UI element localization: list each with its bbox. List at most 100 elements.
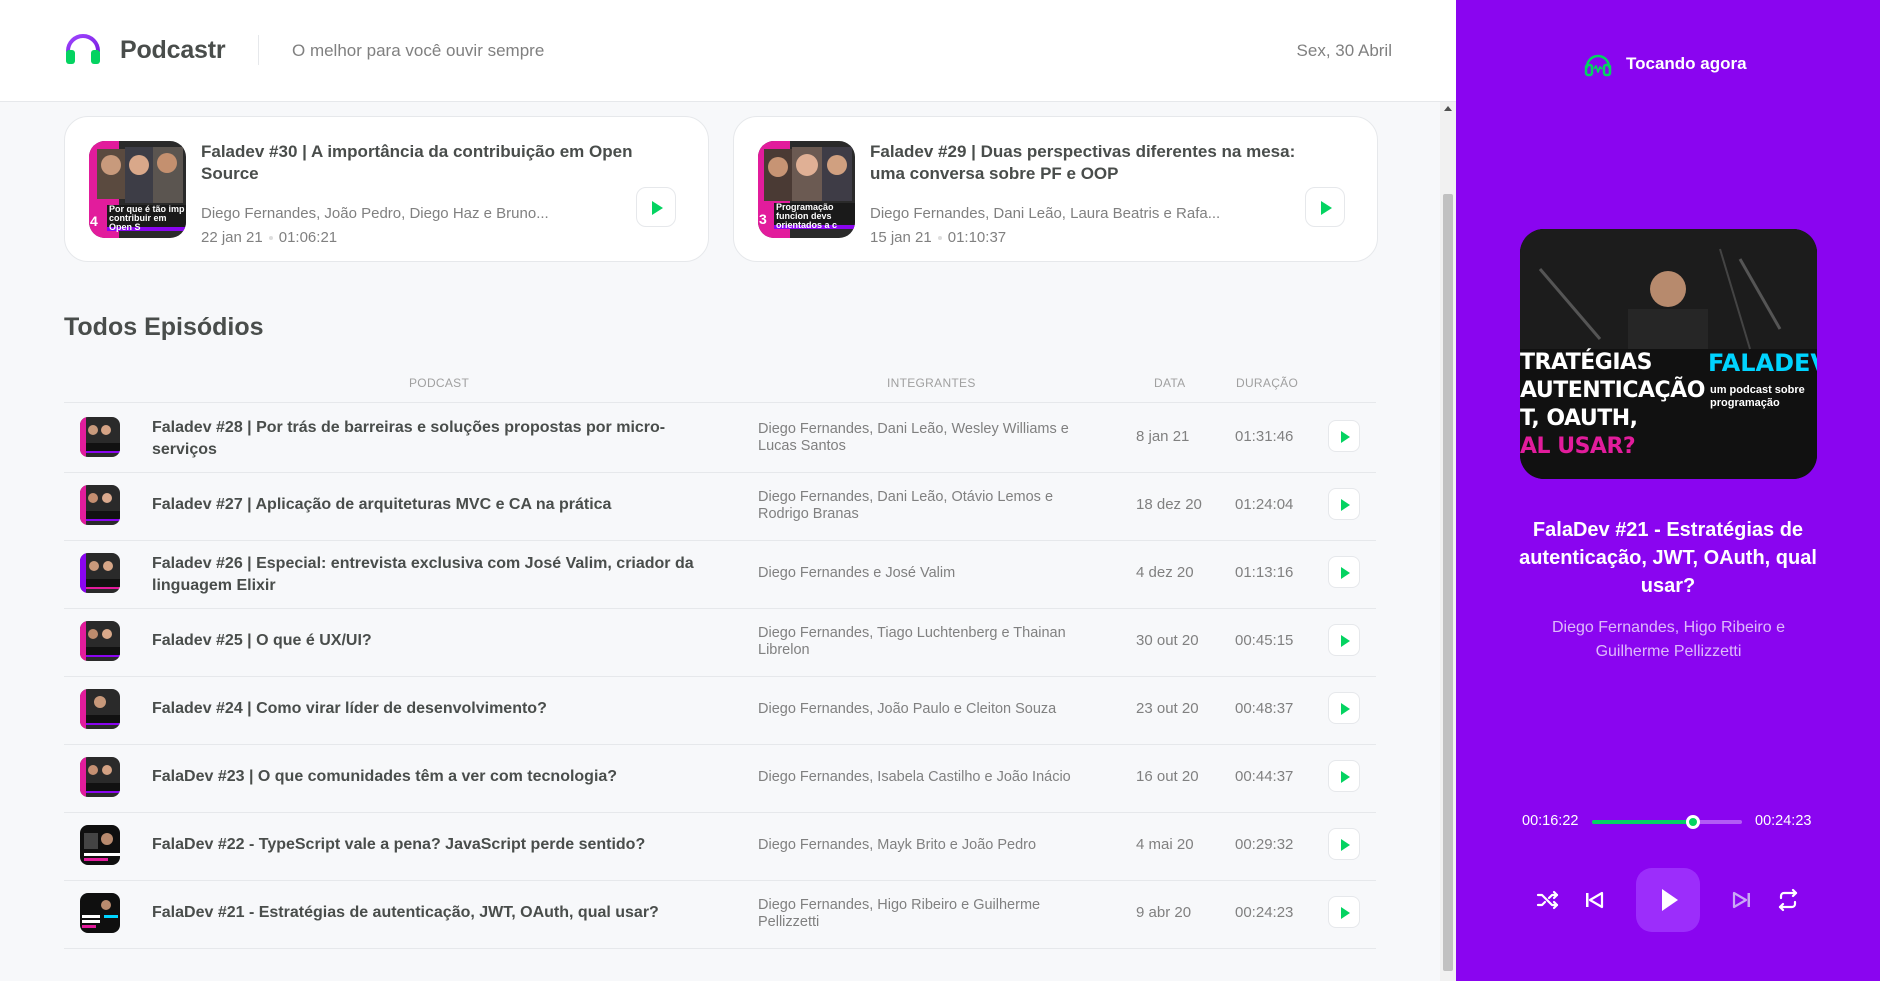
- now-playing-label: Tocando agora: [1626, 54, 1747, 73]
- header-divider: [258, 35, 259, 65]
- episode-duration: 00:48:37: [1235, 700, 1294, 717]
- episode-members: Diego Fernandes, Tiago Luchtenberg e Tha…: [758, 625, 1066, 658]
- player-panel: Tocando agora TRATÉGIAS AUTENTICAÇÃO T, …: [1456, 0, 1880, 981]
- play-icon: [1341, 635, 1350, 647]
- thumbnail-number: 4: [90, 213, 98, 229]
- episode-thumbnail[interactable]: [80, 689, 120, 729]
- episode-date: 15 jan 21: [870, 229, 932, 246]
- progress-knob[interactable]: [1685, 815, 1700, 829]
- play-pause-button[interactable]: [1636, 868, 1700, 932]
- episode-thumbnail[interactable]: [80, 825, 120, 865]
- episode-members: Diego Fernandes, Dani Leão, Otávio Lemos…: [758, 489, 1054, 522]
- episode-duration: 01:06:21: [278, 229, 338, 246]
- latest-episode-card[interactable]: Por que é tão imp contribuir em Open S 4…: [64, 116, 709, 262]
- episode-title[interactable]: Faladev #24 | Como virar líder de desenv…: [152, 698, 712, 720]
- episode-thumbnail[interactable]: [80, 621, 120, 661]
- latest-episode-card[interactable]: Programação funcion devs orientados a c …: [733, 116, 1378, 262]
- app-name[interactable]: Podcastr: [120, 36, 226, 65]
- play-episode-button[interactable]: [1328, 760, 1360, 792]
- column-header-date: Data: [1154, 376, 1186, 390]
- episode-date: 22 jan 21: [201, 229, 263, 246]
- thumbnail-caption: Por que é tão imp contribuir em Open S: [109, 204, 185, 232]
- progress-bar: 00:16:22 00:24:23: [1520, 810, 1817, 834]
- play-episode-button[interactable]: [1328, 556, 1360, 588]
- current-date: Sex, 30 Abril: [1296, 41, 1392, 60]
- scroll-up-arrow-icon[interactable]: [1444, 106, 1452, 111]
- episode-title[interactable]: Faladev #27 | Aplicação de arquiteturas …: [152, 494, 712, 516]
- episode-members: Diego Fernandes, João Pedro, Diego Haz e…: [201, 205, 549, 222]
- episode-duration: 01:13:16: [1235, 564, 1294, 581]
- episode-title[interactable]: Faladev #30 | A importância da contribui…: [201, 141, 641, 185]
- thumbnail-number: 3: [759, 211, 767, 227]
- episode-title[interactable]: Faladev #26 | Especial: entrevista exclu…: [152, 553, 712, 597]
- play-icon: [1321, 201, 1332, 215]
- play-episode-button[interactable]: [1328, 420, 1360, 452]
- play-icon: [1341, 431, 1350, 443]
- play-episode-button[interactable]: [1305, 187, 1345, 227]
- episode-thumbnail[interactable]: Programação funcion devs orientados a c …: [758, 141, 855, 238]
- episode-date: 8 jan 21: [1136, 428, 1190, 445]
- play-episode-button[interactable]: [1328, 624, 1360, 656]
- play-icon: [1341, 703, 1350, 715]
- episode-meta: 15 jan 21 01:10:37: [870, 229, 1006, 246]
- play-episode-button[interactable]: [1328, 828, 1360, 860]
- play-episode-button[interactable]: [636, 187, 676, 227]
- play-icon: [652, 201, 663, 215]
- total-time: 00:24:23: [1755, 813, 1812, 829]
- episode-thumbnail[interactable]: [80, 893, 120, 933]
- episode-date: 18 dez 20: [1136, 496, 1202, 513]
- table-row[interactable]: FalaDev #21 - Estratégias de autenticaçã…: [64, 879, 1376, 947]
- episode-duration: 00:29:32: [1235, 836, 1294, 853]
- episode-thumbnail[interactable]: [80, 417, 120, 457]
- thumbnail-caption: Programação funcion devs orientados a c: [776, 202, 838, 230]
- play-icon: [1341, 771, 1350, 783]
- episode-thumbnail[interactable]: [80, 485, 120, 525]
- episode-thumbnail[interactable]: Por que é tão imp contribuir em Open S 4: [89, 141, 186, 238]
- episode-title[interactable]: FalaDev #21 - Estratégias de autenticaçã…: [152, 902, 712, 924]
- table-row[interactable]: FalaDev #23 | O que comunidades têm a ve…: [64, 743, 1376, 811]
- now-playing-header: Tocando agora: [1584, 50, 1747, 78]
- table-row[interactable]: FalaDev #22 - TypeScript vale a pena? Ja…: [64, 811, 1376, 879]
- episode-title[interactable]: Faladev #25 | O que é UX/UI?: [152, 630, 712, 652]
- headphones-icon: [1584, 54, 1612, 77]
- previous-button[interactable]: [1578, 884, 1610, 916]
- scrollbar-thumb[interactable]: [1443, 194, 1453, 971]
- table-row[interactable]: Faladev #27 | Aplicação de arquiteturas …: [64, 471, 1376, 539]
- episode-duration: 01:31:46: [1235, 428, 1294, 445]
- shuffle-button[interactable]: [1532, 884, 1564, 916]
- top-header: Podcastr O melhor para você ouvir sempre…: [0, 0, 1456, 102]
- episode-duration: 01:10:37: [947, 229, 1007, 246]
- play-icon: [1662, 889, 1678, 911]
- episode-members: Diego Fernandes, Isabela Castilho e João…: [758, 769, 1071, 785]
- play-episode-button[interactable]: [1328, 896, 1360, 928]
- table-row[interactable]: Faladev #25 | O que é UX/UI? Diego Ferna…: [64, 607, 1376, 675]
- cover-brand-subtitle: um podcast sobre programação: [1710, 384, 1805, 409]
- table-row[interactable]: Faladev #28 | Por trás de barreiras e so…: [64, 403, 1376, 471]
- episode-duration: 00:44:37: [1235, 768, 1294, 785]
- play-episode-button[interactable]: [1328, 692, 1360, 724]
- episode-thumbnail[interactable]: [80, 757, 120, 797]
- play-icon: [1341, 567, 1350, 579]
- episode-title[interactable]: FalaDev #22 - TypeScript vale a pena? Ja…: [152, 834, 712, 856]
- episode-thumbnail[interactable]: [80, 553, 120, 593]
- episode-duration: 00:45:15: [1235, 632, 1294, 649]
- episode-title[interactable]: Faladev #29 | Duas perspectivas diferent…: [870, 141, 1310, 185]
- next-button[interactable]: [1726, 884, 1758, 916]
- play-episode-button[interactable]: [1328, 488, 1360, 520]
- table-row[interactable]: Faladev #26 | Especial: entrevista exclu…: [64, 539, 1376, 607]
- vertical-scrollbar[interactable]: [1440, 102, 1456, 981]
- repeat-icon: [1778, 888, 1798, 912]
- cover-headline-line: TRATÉGIAS: [1520, 350, 1652, 375]
- progress-slider[interactable]: [1592, 815, 1742, 829]
- column-header-duration: Duração: [1236, 376, 1299, 390]
- play-icon: [1341, 499, 1350, 511]
- previous-icon: [1586, 891, 1604, 909]
- table-row[interactable]: Faladev #24 | Como virar líder de desenv…: [64, 675, 1376, 743]
- episodes-main: Por que é tão imp contribuir em Open S 4…: [0, 102, 1440, 981]
- repeat-button[interactable]: [1772, 884, 1804, 916]
- episode-members: Diego Fernandes, Higo Ribeiro e Guilherm…: [758, 897, 1041, 930]
- episode-title[interactable]: Faladev #28 | Por trás de barreiras e so…: [152, 417, 712, 461]
- play-icon: [1341, 839, 1350, 851]
- cover-headline-line: AUTENTICAÇÃO: [1520, 378, 1705, 403]
- episode-title[interactable]: FalaDev #23 | O que comunidades têm a ve…: [152, 766, 712, 788]
